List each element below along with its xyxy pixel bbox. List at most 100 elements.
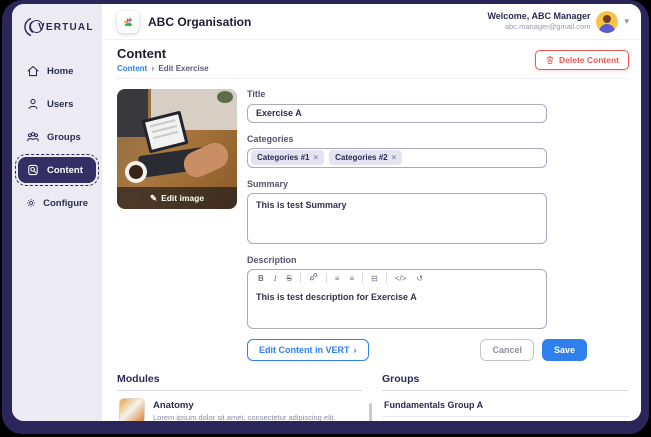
avatar-body: [599, 23, 616, 33]
category-chip-label: Categories #1: [257, 153, 310, 162]
bottom-sections: Modules Anatomy Lorem ipsum dolor sit am…: [117, 373, 629, 422]
account-menu[interactable]: Welcome, ABC Manager abc.manager@gmail.c…: [487, 10, 629, 33]
main-panel: ABC Organisation Welcome, ABC Manager ab…: [102, 4, 641, 421]
home-icon: [27, 65, 39, 77]
edit-image-button[interactable]: ✎ Edit image: [117, 187, 237, 209]
gear-icon: [27, 198, 36, 208]
check-list-icon[interactable]: ⊟: [367, 270, 382, 287]
content-area: Content Content › Edit Exercise Delete C…: [102, 40, 641, 421]
brand-logo: VERTUAL: [12, 14, 102, 40]
summary-textarea[interactable]: This is test Summary: [247, 192, 547, 244]
sidebar-item-home[interactable]: Home: [18, 58, 96, 84]
groups-heading: Groups: [382, 373, 629, 391]
arrow-right-icon: ›: [353, 344, 357, 355]
groups-icon: [27, 132, 39, 142]
description-textarea[interactable]: This is test description for Exercise A: [248, 287, 546, 328]
title-label: Title: [247, 89, 266, 99]
edit-content-in-vert-button[interactable]: Edit Content in VERT ›: [247, 338, 369, 361]
sidebar-item-configure[interactable]: Configure: [18, 190, 96, 216]
chip-remove-icon[interactable]: ×: [313, 153, 318, 162]
categories-label: Categories: [247, 133, 294, 144]
photo-laptop-screen: [141, 110, 189, 154]
toolbar-divider: [299, 273, 301, 283]
breadcrumb-current: Edit Exercise: [158, 64, 209, 73]
sidebar-item-content[interactable]: Content: [15, 154, 99, 186]
account-email: abc.manager@gmail.com: [504, 22, 591, 32]
delete-content-button[interactable]: Delete Content: [535, 50, 629, 70]
category-chip: Categories #2 ×: [329, 150, 403, 165]
sidebar-item-label: Content: [47, 164, 83, 176]
modules-section: Modules Anatomy Lorem ipsum dolor sit am…: [117, 373, 372, 422]
edit-content-in-vert-label: Edit Content in VERT: [259, 344, 350, 355]
photo-hand: [179, 138, 233, 182]
exercise-image: ✎ Edit image: [117, 89, 237, 209]
modules-heading: Modules: [117, 373, 362, 391]
link-icon[interactable]: [305, 270, 322, 287]
content-icon: [28, 164, 38, 176]
delete-content-label: Delete Content: [559, 55, 619, 65]
photo-coffee-cup: [125, 161, 147, 183]
app-stage: VERTUAL Home Users Groups Content Config…: [0, 0, 651, 437]
breadcrumb-root-link[interactable]: Content: [117, 64, 147, 73]
title-input[interactable]: [247, 103, 547, 123]
category-chip: Categories #1 ×: [251, 150, 325, 165]
sidebar-item-label: Users: [47, 98, 74, 110]
brand-ring: [30, 20, 43, 33]
sidebar-nav: Home Users Groups Content Configure: [12, 58, 102, 216]
breadcrumb-separator: ›: [151, 64, 155, 73]
edit-image-label: Edit image: [161, 193, 205, 203]
user-icon: [28, 98, 38, 110]
summary-label: Summary: [247, 178, 289, 189]
trash-icon: [546, 56, 554, 64]
chip-remove-icon[interactable]: ×: [392, 153, 397, 162]
avatar[interactable]: [596, 10, 619, 33]
cancel-button[interactable]: Cancel: [480, 338, 534, 361]
sidebar-item-users[interactable]: Users: [18, 91, 96, 117]
welcome-text: Welcome, ABC Manager: [487, 11, 591, 22]
sidebar-item-label: Home: [47, 65, 74, 77]
chevron-down-icon[interactable]: ▾: [624, 16, 629, 27]
page-head: Content Content › Edit Exercise Delete C…: [117, 46, 629, 73]
avatar-head: [603, 14, 612, 23]
form-fields: Title Categories Categories #1 × Categor…: [247, 89, 547, 329]
brand-name: VERTUAL: [38, 21, 94, 33]
code-icon[interactable]: </>: [391, 270, 411, 287]
bold-icon[interactable]: B: [254, 270, 268, 287]
sidebar: VERTUAL Home Users Groups Content Config…: [12, 4, 102, 421]
sidebar-item-label: Configure: [43, 197, 88, 209]
group-list-item[interactable]: Physics Workbooks Group B: [382, 417, 629, 422]
save-button[interactable]: Save: [541, 338, 587, 361]
toolbar-divider: [362, 273, 364, 283]
history-icon[interactable]: ↺: [412, 270, 427, 287]
module-text: Anatomy Lorem ipsum dolor sit amet, cons…: [153, 400, 336, 422]
edit-exercise-form: ✎ Edit image Title Categories Categories…: [117, 89, 629, 329]
description-editor: B I S ≡ ≡ ⊟ </> ↺ This is test descripti…: [247, 268, 547, 329]
toolbar-divider: [325, 273, 327, 283]
org-logo: [117, 10, 139, 33]
org-logo-icon: [124, 17, 133, 26]
app-window: VERTUAL Home Users Groups Content Config…: [12, 4, 641, 421]
form-actions: Edit Content in VERT › Cancel Save: [247, 338, 587, 361]
description-label: Description: [247, 254, 297, 265]
page-divider: [117, 78, 629, 79]
module-title: Anatomy: [153, 399, 194, 411]
bullet-list-icon[interactable]: ≡: [331, 270, 344, 287]
ordered-list-icon[interactable]: ≡: [345, 270, 358, 287]
pencil-icon: ✎: [149, 192, 158, 203]
module-desc: Lorem ipsum dolor sit amet, consectetur …: [153, 412, 336, 422]
photo-plant: [217, 91, 233, 103]
module-thumbnail: [119, 397, 145, 421]
category-chip-label: Categories #2: [335, 153, 388, 162]
module-list-item-anatomy[interactable]: Anatomy Lorem ipsum dolor sit amet, cons…: [117, 391, 362, 422]
modules-scrollbar[interactable]: [369, 402, 372, 421]
app-frame: VERTUAL Home Users Groups Content Config…: [2, 0, 649, 434]
strikethrough-icon[interactable]: S: [282, 270, 295, 287]
group-list-item[interactable]: Fundamentals Group A: [382, 391, 629, 417]
editor-toolbar: B I S ≡ ≡ ⊟ </> ↺: [248, 270, 546, 287]
italic-icon[interactable]: I: [270, 270, 281, 287]
categories-input[interactable]: Categories #1 × Categories #2 ×: [247, 147, 547, 168]
top-header: ABC Organisation Welcome, ABC Manager ab…: [102, 4, 641, 40]
toolbar-divider: [385, 273, 387, 283]
sidebar-item-groups[interactable]: Groups: [18, 124, 96, 150]
org-name: ABC Organisation: [148, 14, 252, 29]
